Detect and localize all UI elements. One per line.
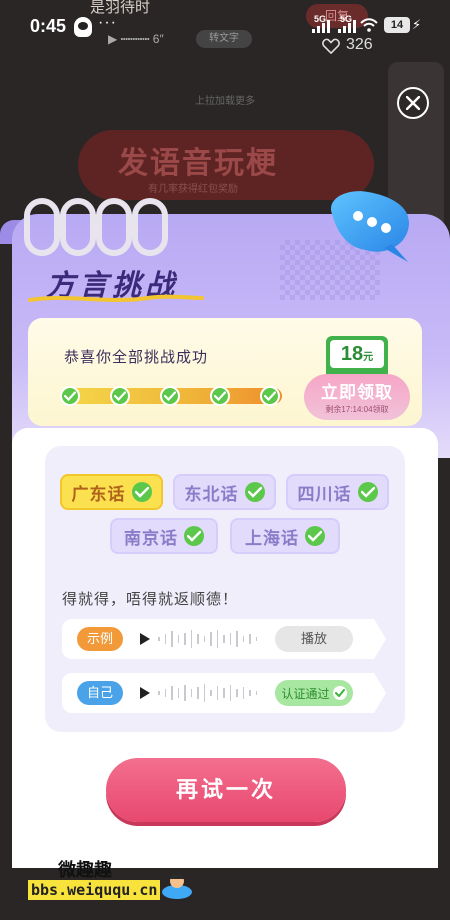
check-icon xyxy=(244,482,265,502)
watermark-site: bbs.weiququ.cn xyxy=(28,880,161,900)
retry-button[interactable]: 再试一次 xyxy=(106,758,346,822)
background-banner-title: 发语音玩梗 xyxy=(118,147,278,180)
dialect-tab-nanjing[interactable]: 南京话 xyxy=(110,518,218,554)
status-bar: 0:45 ··· 5G 5G 14 ⚡ xyxy=(0,0,450,54)
status-time: 0:45 xyxy=(30,16,67,36)
play-icon[interactable] xyxy=(140,687,150,699)
example-tag: 示例 xyxy=(77,627,123,651)
binder-ring xyxy=(24,198,60,256)
claim-countdown: 剩余17:14:04领取 xyxy=(325,405,389,414)
dialect-tab-shanghai[interactable]: 上海话 xyxy=(230,518,340,554)
close-icon xyxy=(406,96,420,110)
self-tag: 自己 xyxy=(77,681,123,705)
charging-icon: ⚡ xyxy=(412,17,422,32)
dialect-label: 上海话 xyxy=(245,528,299,548)
watermark-logo-icon xyxy=(162,873,192,899)
progress-check-icon xyxy=(110,386,130,406)
binder-ring xyxy=(132,198,168,256)
check-icon xyxy=(332,686,347,700)
dialect-label: 四川话 xyxy=(297,484,352,504)
title-underline xyxy=(28,294,204,302)
battery-icon: 14 xyxy=(384,17,410,33)
claim-label: 立即领取 xyxy=(321,383,393,402)
play-icon[interactable] xyxy=(140,633,150,645)
dialect-tab-cantonese[interactable]: 广东话 xyxy=(60,474,163,510)
verification-status-label: 认证通过 xyxy=(281,686,330,701)
check-icon xyxy=(131,482,152,502)
dialect-tab-dongbei[interactable]: 东北话 xyxy=(173,474,276,510)
background-load-more: 上拉加载更多 xyxy=(195,96,255,107)
waveform xyxy=(158,629,257,649)
dialect-label: 广东话 xyxy=(71,484,126,504)
watermark-name: 微趣趣 xyxy=(58,860,112,880)
close-button[interactable] xyxy=(397,87,429,119)
challenge-phrase: 得就得，唔得就返顺德！ xyxy=(62,591,239,608)
qq-icon xyxy=(74,17,92,37)
status-more-dots: ··· xyxy=(98,14,117,31)
progress-check-icon xyxy=(210,386,230,406)
coupon-value: 18元 xyxy=(330,340,384,368)
audio-row-tip xyxy=(374,673,386,713)
claim-reward-button[interactable]: 立即领取 剩余17:14:04领取 xyxy=(304,374,410,420)
dialect-label: 东北话 xyxy=(184,484,239,504)
check-icon xyxy=(357,482,378,502)
signal-icon-2 xyxy=(338,20,356,33)
wifi-icon xyxy=(360,18,378,32)
coupon-unit: 元 xyxy=(363,352,374,363)
chat-bubble-icon xyxy=(330,191,409,262)
waveform xyxy=(158,683,257,703)
play-example-button[interactable]: 播放 xyxy=(275,626,353,652)
progress-check-icon xyxy=(60,386,80,406)
signal-icon xyxy=(312,20,330,33)
binder-ring xyxy=(96,198,132,256)
reward-message: 恭喜你全部挑战成功 xyxy=(64,349,209,366)
dialect-tab-sichuan[interactable]: 四川话 xyxy=(286,474,389,510)
dialect-label: 南京话 xyxy=(124,528,178,548)
background-banner-subtitle: 有几率获得红包奖励 xyxy=(148,184,238,195)
check-icon xyxy=(184,526,204,546)
progress-check-icon xyxy=(260,386,280,406)
check-icon xyxy=(305,526,325,546)
progress-check-icon xyxy=(160,386,180,406)
audio-row-tip xyxy=(374,619,386,659)
verification-status-badge: 认证通过 xyxy=(275,680,353,706)
binder-ring xyxy=(60,198,96,256)
coupon-amount: 18 xyxy=(340,343,364,365)
